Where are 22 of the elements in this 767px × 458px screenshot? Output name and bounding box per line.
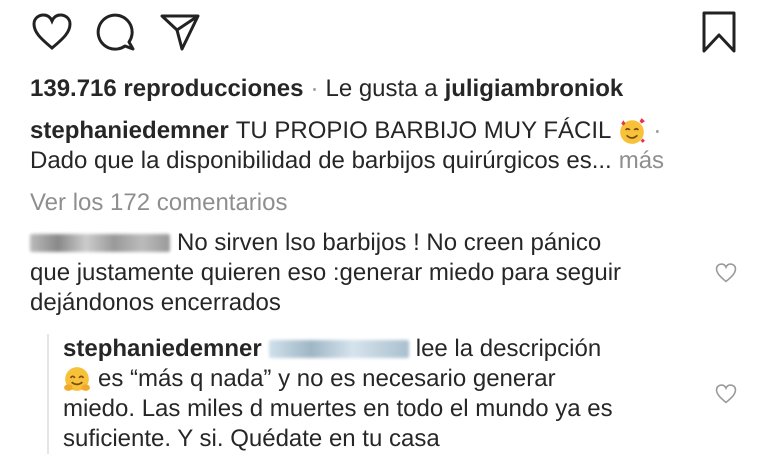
liked-by-label: Le gusta a [325,74,438,104]
separator-dot: · [653,116,662,146]
comment-text: dejándonos encerrados [30,288,281,318]
caption-text: Dado que la disponibilidad de barbijos quirúrgicos es... [30,146,612,176]
bookmark-icon[interactable] [701,11,737,53]
comment-text: No sirven lso barbijos ! No creen pánico [177,228,602,258]
caption-title: TU PROPIO BARBIJO MUY FÁCIL [236,116,612,146]
username[interactable]: juligiambroniok [444,74,624,104]
username[interactable]: stephaniedemner [63,334,262,364]
reply-text: suficiente. Y si. Quédate en tu casa [63,424,440,454]
send-icon[interactable] [160,13,200,51]
reply-text: lee la descripción [416,334,602,364]
username[interactable]: stephaniedemner [30,116,229,146]
smiling-face-icon [63,365,91,393]
comment-text: que justamente quieren eso :generar miedo para seguir [30,258,622,288]
view-count: 139.716 reproducciones [30,74,304,104]
reply-text: es “más q nada” y no es necesario generar [98,364,556,394]
reply-text: miedo. Las miles d muertes en todo el mundo ya es [63,394,613,424]
comment-icon[interactable] [96,12,136,52]
separator-dot: · [310,74,318,104]
smiling-face-hearts-icon [618,117,646,145]
heart-icon[interactable] [32,13,72,51]
